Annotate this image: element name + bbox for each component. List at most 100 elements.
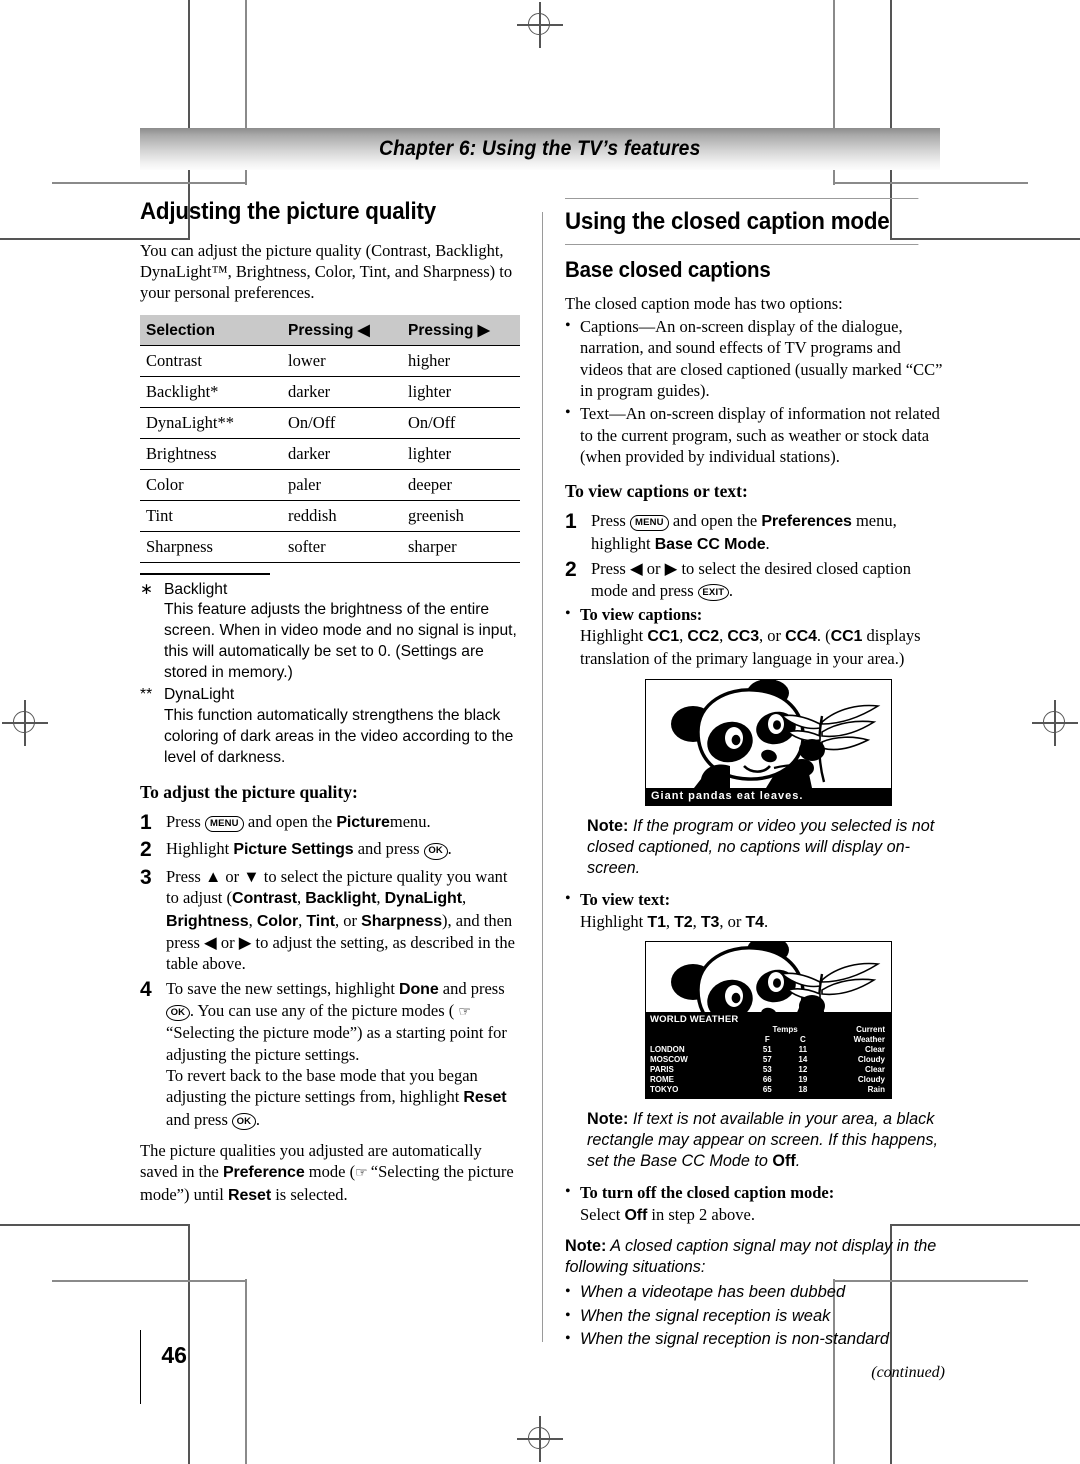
t4-label: T4	[745, 913, 764, 931]
cell-press-left: darker	[282, 376, 402, 409]
rstep1-text-d: .	[765, 533, 770, 553]
closing-text-d: is selected.	[275, 1184, 348, 1204]
cell-press-left: lower	[282, 345, 402, 378]
column-divider	[542, 212, 543, 1342]
closing-bold-reset: Reset	[227, 1186, 272, 1204]
table-header-selection: Selection	[140, 315, 282, 347]
off-label: Off	[624, 1206, 648, 1224]
cc2-label: CC2	[687, 628, 720, 646]
rstep1-bold-basecc: Base CC Mode	[654, 535, 766, 553]
ok-key-icon: OK	[423, 842, 448, 860]
weather-cond: Clear	[864, 1045, 885, 1055]
footnote-marker: ∗	[140, 580, 154, 598]
turn-off-title: To turn off the closed caption mode:	[580, 1183, 835, 1203]
bullet-text: Text—An on-screen display of information…	[580, 404, 940, 466]
table-header-pressing-left: Pressing ◀	[282, 315, 402, 347]
situation-text: When a videotape has been dubbed	[580, 1283, 846, 1302]
weather-f: 66	[762, 1075, 772, 1085]
cell-press-left: darker	[282, 438, 402, 471]
cc1-label: CC1	[647, 628, 680, 646]
step-number: 3	[140, 865, 152, 889]
cell-press-right: sharper	[402, 531, 520, 564]
bullet-dot-icon: •	[565, 604, 571, 622]
weather-col-temps: Temps	[772, 1025, 798, 1035]
step-number: 1	[140, 811, 152, 835]
step1-bold: Picture	[336, 814, 390, 832]
turn-off-text-b: in step 2 above.	[651, 1204, 755, 1224]
weather-col-f: F	[764, 1035, 770, 1045]
cell-press-left: On/Off	[282, 407, 402, 440]
left-closing-paragraph: The picture qualities you adjusted are a…	[140, 1140, 520, 1206]
view-text-a: Highlight	[580, 911, 644, 931]
situation-text: When the signal reception is non-standar…	[580, 1329, 890, 1348]
t2-label: T2	[674, 913, 693, 931]
view-captions-text-a: Highlight	[580, 626, 644, 646]
exit-key-icon: EXIT	[697, 584, 729, 601]
cell-press-right: greenish	[402, 500, 520, 533]
step3-bold-tint: Tint	[306, 912, 335, 930]
page-content: Chapter 6: Using the TV’s features Adjus…	[140, 128, 945, 1381]
turn-off-block: • To turn off the closed caption mode: S…	[565, 1182, 945, 1226]
rstep1-text-a: Press	[591, 511, 626, 531]
bullet-dot-icon: •	[565, 1283, 571, 1301]
note-signal-situations: Note: A closed caption signal may not di…	[565, 1236, 945, 1278]
note-body-a: If text is not available in your area, a…	[587, 1110, 938, 1171]
weather-title: WORLD WEATHER	[650, 1014, 739, 1026]
registration-mark-bottom	[517, 1416, 563, 1462]
view-text-b: .	[763, 911, 769, 931]
bullet-text: Captions—An on-screen display of the dia…	[580, 317, 943, 400]
weather-table: Temps Current F C Weather LONDON 51 11 C…	[650, 1025, 887, 1095]
right-intro-paragraph: The closed caption mode has two options:	[565, 294, 843, 313]
note-body-b: .	[795, 1152, 801, 1171]
weather-city: ROME	[650, 1075, 674, 1085]
page-number-rule	[140, 1330, 142, 1404]
rstep2-text-b: .	[728, 580, 734, 600]
weather-f: 57	[762, 1055, 772, 1065]
weather-row: LONDON 51 11 Clear	[650, 1045, 887, 1055]
rstep1-bold-preferences: Preferences	[761, 513, 852, 531]
weather-f: 65	[762, 1085, 772, 1095]
cell-press-right: deeper	[402, 469, 520, 502]
right-section-heading: Using the closed caption mode	[565, 198, 919, 245]
bullet-dot-icon: •	[565, 1329, 571, 1347]
step-number: 1	[565, 510, 577, 534]
cell-selection: Sharpness	[140, 531, 282, 564]
left-column: Adjusting the picture quality You can ad…	[140, 198, 520, 1208]
view-captions-text-b: . (	[816, 626, 831, 646]
bullet-dot-icon: •	[565, 317, 571, 335]
step2-text-c: .	[447, 839, 452, 859]
closing-bold-preference: Preference	[222, 1164, 305, 1182]
chapter-header-bar: Chapter 6: Using the TV’s features	[140, 128, 940, 170]
crop-mark-bottom-left-h	[0, 1224, 190, 1226]
weather-c: 18	[798, 1085, 808, 1095]
bullet-dot-icon: •	[565, 1306, 571, 1324]
pointing-hand-icon: ☞	[458, 1005, 471, 1021]
note-label: Note:	[565, 1237, 607, 1256]
weather-col-current: Current	[856, 1025, 885, 1035]
step1-text-a: Press	[166, 812, 201, 832]
closing-text-b: mode (	[308, 1162, 356, 1182]
ok-key-icon: OK	[166, 1004, 190, 1022]
cc1-label-repeat: CC1	[830, 628, 863, 646]
weather-cond: Rain	[867, 1085, 885, 1095]
step4-bold-reset: Reset	[463, 1089, 507, 1107]
footnote-term: Backlight	[164, 580, 228, 598]
table-row: Backlight* darker lighter	[140, 376, 520, 409]
step4-text-g: .	[255, 1109, 260, 1129]
view-captions-title: To view captions:	[580, 604, 703, 624]
footnote-term: DynaLight	[164, 686, 235, 704]
note-body: If the program or video you selected is …	[587, 817, 935, 878]
table-row: Sharpness softer sharper	[140, 531, 520, 564]
weather-header-row-2: F C Weather	[650, 1035, 887, 1045]
step3-bold-dynalight: DynaLight	[384, 889, 462, 907]
closed-caption-text: Giant pandas eat leaves.	[646, 788, 891, 806]
page-footer: 46	[140, 1330, 187, 1404]
note-body: A closed caption signal may not display …	[565, 1237, 937, 1277]
step4-text-f: and press	[166, 1109, 228, 1129]
cell-press-right: lighter	[402, 376, 520, 409]
weather-cond: Cloudy	[857, 1075, 885, 1085]
table-row: DynaLight** On/Off On/Off	[140, 407, 520, 440]
step4-text-b: and press	[442, 978, 505, 998]
cell-selection: Contrast	[140, 345, 282, 378]
weather-city: MOSCOW	[650, 1055, 688, 1065]
